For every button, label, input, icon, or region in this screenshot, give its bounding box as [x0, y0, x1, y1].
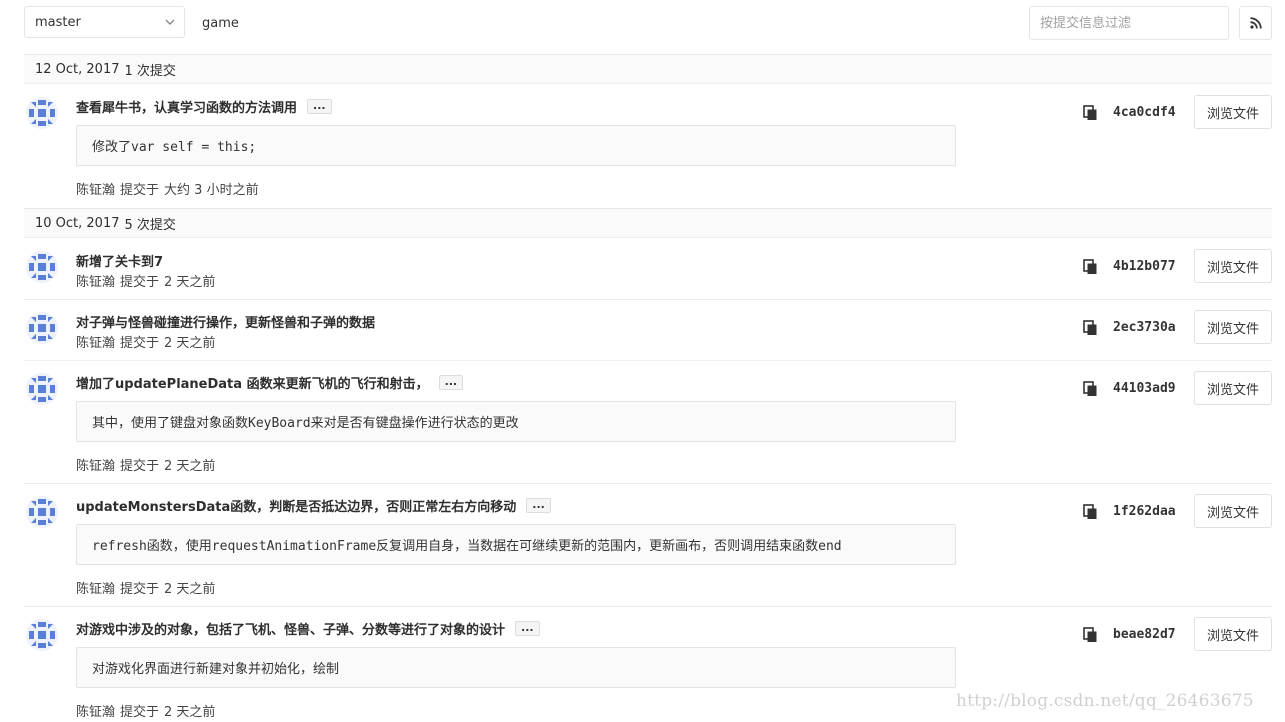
- commit-time: 2 天之前: [164, 582, 216, 597]
- avatar: [25, 96, 59, 130]
- commit-sha[interactable]: 4ca0cdf4: [1113, 105, 1176, 120]
- avatar: [25, 372, 59, 406]
- day-header-count: 5 次提交: [124, 217, 176, 233]
- commit-meta: 陈钲瀚 提交于 2 天之前: [76, 271, 215, 290]
- commit-row: 增加了updatePlaneData 函数来更新飞机的飞行和射击， ... 其中…: [0, 360, 1285, 483]
- commit-time: 2 天之前: [164, 336, 216, 351]
- commit-sha[interactable]: beae82d7: [1113, 627, 1176, 642]
- avatar: [25, 618, 59, 652]
- branch-select[interactable]: master: [24, 6, 185, 38]
- commit-author[interactable]: 陈钲瀚: [76, 336, 115, 351]
- commit-sha[interactable]: 1f262daa: [1113, 504, 1176, 519]
- commit-row: updateMonstersData函数，判断是否抵达边界，否则正常左右方向移动…: [0, 483, 1285, 606]
- browse-files-button[interactable]: 浏览文件: [1194, 494, 1272, 528]
- commit-verb: 提交于: [120, 705, 160, 720]
- day-header-date: 10 Oct, 2017: [35, 215, 120, 231]
- commit-filter-input[interactable]: [1029, 6, 1229, 40]
- commit-meta: 陈钲瀚 提交于 2 天之前: [76, 578, 215, 597]
- rss-button[interactable]: [1239, 6, 1272, 40]
- expand-description-button[interactable]: ...: [526, 498, 551, 513]
- copy-icon[interactable]: [1082, 259, 1098, 275]
- copy-icon[interactable]: [1082, 105, 1098, 121]
- commit-description: 其中，使用了键盘对象函数KeyBoard来对是否有键盘操作进行状态的更改: [76, 401, 956, 442]
- commit-title-text: updateMonstersData函数，判断是否抵达边界，否则正常左右方向移动: [76, 500, 517, 515]
- commit-description: 修改了var self = this;: [76, 125, 956, 166]
- commit-verb: 提交于: [120, 183, 160, 198]
- commit-description: 对游戏化界面进行新建对象并初始化，绘制: [76, 647, 956, 688]
- browse-files-button[interactable]: 浏览文件: [1194, 95, 1272, 129]
- commit-title-text: 查看犀牛书，认真学习函数的方法调用: [76, 101, 298, 116]
- day-header: 10 Oct, 2017 5 次提交: [24, 208, 1272, 238]
- copy-icon[interactable]: [1082, 504, 1098, 520]
- repo-path: game: [202, 16, 239, 31]
- day-header: 12 Oct, 2017 1 次提交: [24, 54, 1272, 84]
- commit-verb: 提交于: [120, 336, 160, 351]
- commit-sha[interactable]: 44103ad9: [1113, 381, 1176, 396]
- browse-files-button[interactable]: 浏览文件: [1194, 310, 1272, 344]
- avatar: [25, 495, 59, 529]
- commit-title[interactable]: 新增了关卡到7: [76, 251, 163, 270]
- copy-icon[interactable]: [1082, 320, 1098, 336]
- commit-author[interactable]: 陈钲瀚: [76, 183, 115, 198]
- commit-title[interactable]: updateMonstersData函数，判断是否抵达边界，否则正常左右方向移动…: [76, 496, 551, 515]
- branch-select-value: master: [35, 14, 81, 30]
- commit-row: 对子弹与怪兽碰撞进行操作，更新怪兽和子弹的数据 陈钲瀚 提交于 2 天之前 2ec3…: [0, 299, 1285, 360]
- expand-description-button[interactable]: ...: [307, 99, 332, 114]
- commit-author[interactable]: 陈钲瀚: [76, 582, 115, 597]
- day-header-count: 1 次提交: [124, 63, 176, 79]
- commit-meta: 陈钲瀚 提交于 大约 3 小时之前: [76, 179, 259, 198]
- commit-time: 2 天之前: [164, 275, 216, 290]
- commit-verb: 提交于: [120, 582, 160, 597]
- commit-author[interactable]: 陈钲瀚: [76, 705, 115, 720]
- commit-title-text: 新增了关卡到7: [76, 255, 164, 270]
- commit-meta: 陈钲瀚 提交于 2 天之前: [76, 332, 215, 351]
- copy-icon[interactable]: [1082, 381, 1098, 397]
- commit-title[interactable]: 对游戏中涉及的对象，包括了飞机、怪兽、子弹、分数等进行了对象的设计 ...: [76, 619, 540, 638]
- day-header-date: 12 Oct, 2017: [35, 61, 120, 77]
- watermark: http://blog.csdn.net/qq_26463675: [956, 691, 1254, 711]
- commit-time: 2 天之前: [164, 459, 216, 474]
- commit-title-text: 对子弹与怪兽碰撞进行操作，更新怪兽和子弹的数据: [76, 316, 376, 331]
- commit-title[interactable]: 增加了updatePlaneData 函数来更新飞机的飞行和射击， ...: [76, 373, 464, 392]
- commit-sha[interactable]: 4b12b077: [1113, 259, 1176, 274]
- avatar: [25, 311, 59, 345]
- commit-description: refresh函数，使用requestAnimationFrame反复调用自身，…: [76, 524, 956, 565]
- rss-icon: [1249, 17, 1262, 29]
- commit-title-text: 增加了updatePlaneData 函数来更新飞机的飞行和射击，: [76, 377, 429, 392]
- commit-row: 查看犀牛书，认真学习函数的方法调用 ... 修改了var self = this…: [0, 84, 1285, 208]
- commit-time: 大约 3 小时之前: [164, 183, 259, 198]
- commit-row: 新增了关卡到7 陈钲瀚 提交于 2 天之前 4b12b077 浏览文件: [0, 238, 1285, 299]
- commit-author[interactable]: 陈钲瀚: [76, 275, 115, 290]
- browse-files-button[interactable]: 浏览文件: [1194, 617, 1272, 651]
- commit-verb: 提交于: [120, 275, 160, 290]
- browse-files-button[interactable]: 浏览文件: [1194, 249, 1272, 283]
- commit-author[interactable]: 陈钲瀚: [76, 459, 115, 474]
- commit-meta: 陈钲瀚 提交于 2 天之前: [76, 455, 215, 474]
- expand-description-button[interactable]: ...: [515, 621, 540, 636]
- chevron-down-icon: [165, 19, 175, 25]
- commit-sha[interactable]: 2ec3730a: [1113, 320, 1176, 335]
- expand-description-button[interactable]: ...: [438, 375, 464, 390]
- avatar: [25, 250, 59, 284]
- commit-title-text: 对游戏中涉及的对象，包括了飞机、怪兽、子弹、分数等进行了对象的设计: [76, 623, 506, 638]
- commit-verb: 提交于: [120, 459, 160, 474]
- commit-title[interactable]: 对子弹与怪兽碰撞进行操作，更新怪兽和子弹的数据: [76, 312, 375, 331]
- commit-title[interactable]: 查看犀牛书，认真学习函数的方法调用 ...: [76, 97, 332, 116]
- copy-icon[interactable]: [1082, 627, 1098, 643]
- commit-meta: 陈钲瀚 提交于 2 天之前: [76, 701, 215, 720]
- browse-files-button[interactable]: 浏览文件: [1194, 371, 1272, 405]
- commit-time: 2 天之前: [164, 705, 216, 720]
